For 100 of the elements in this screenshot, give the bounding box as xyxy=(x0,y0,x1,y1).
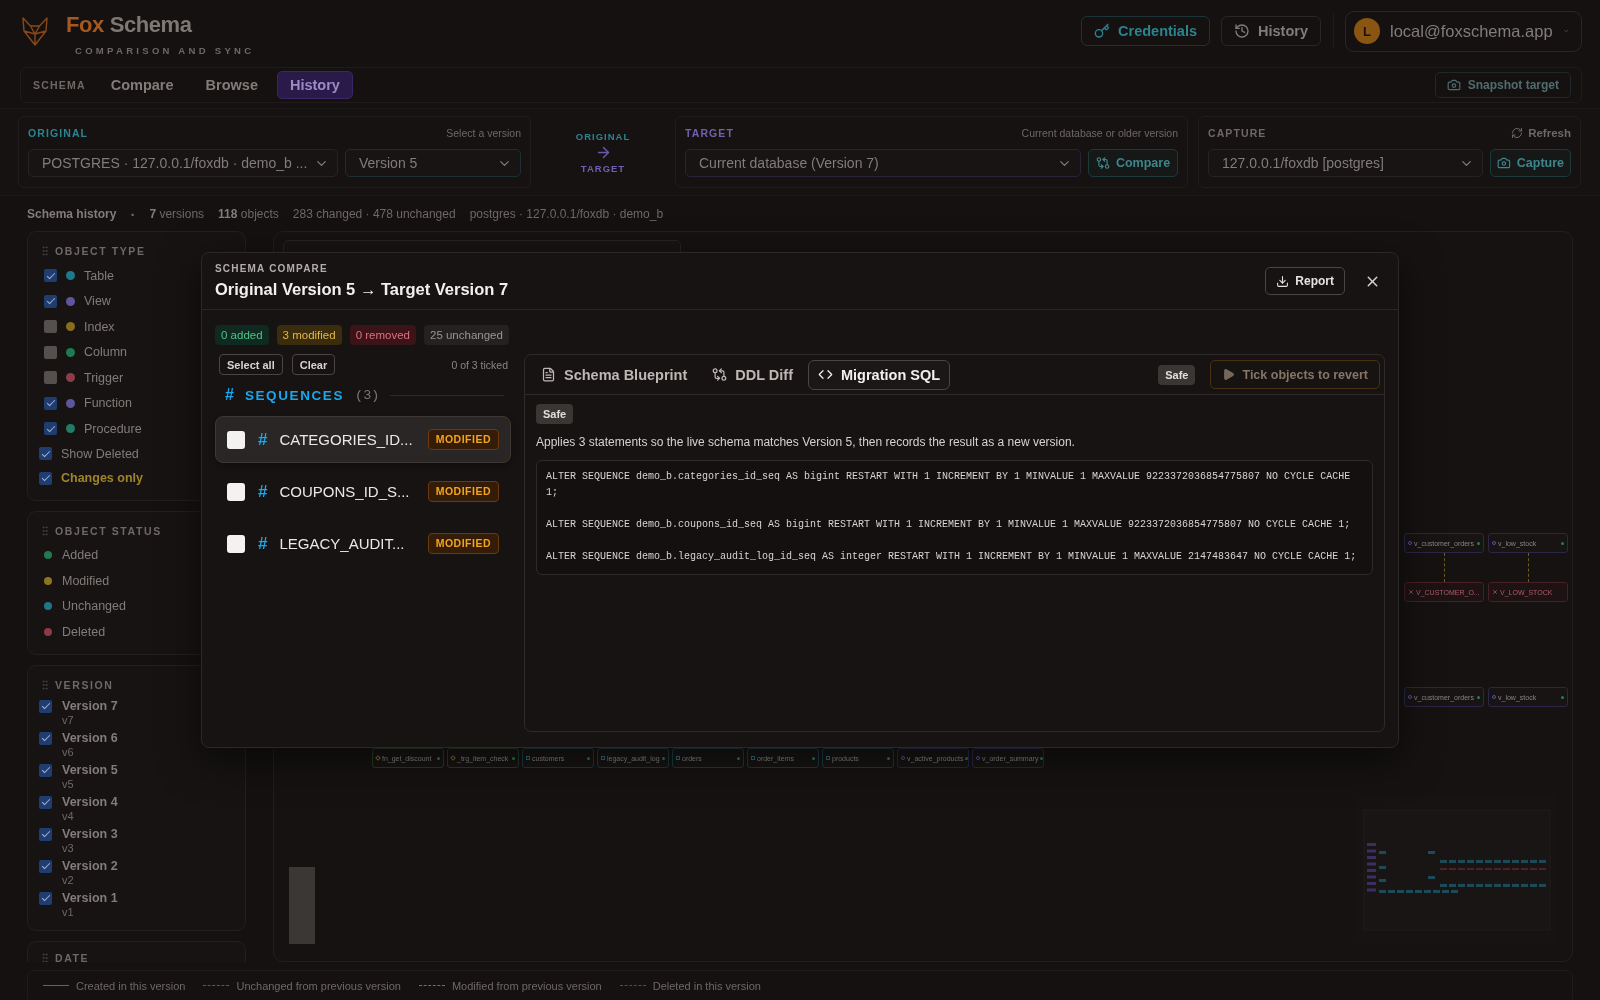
account-menu[interactable]: L local@foxschema.app xyxy=(1345,10,1582,52)
version-label: Version 5 xyxy=(62,762,118,778)
refresh-icon xyxy=(1511,127,1524,139)
checkbox[interactable] xyxy=(44,396,57,410)
version-label: Version 3 xyxy=(62,826,118,842)
target-select[interactable]: Current database (Version 7) xyxy=(685,149,1081,177)
separator-dot: · xyxy=(130,205,136,223)
checkbox[interactable] xyxy=(39,891,52,905)
sql-statement: ALTER SEQUENCE demo_b.coupons_id_seq AS bigint RESTART WITH 1 INCREMENT BY 1 MINVALUE 1 MAXVALUE 9223372036854775807 NO CYCLE CACHE 1; xyxy=(546,518,1352,532)
checkbox[interactable] xyxy=(44,345,57,359)
nav-tab[interactable]: History xyxy=(276,71,353,99)
filter-label: Column xyxy=(84,345,128,360)
checkbox[interactable] xyxy=(39,731,52,745)
object-name: CATEGORIES_ID... xyxy=(279,431,414,448)
dialog-title: Original Version 5 → Target Version 7 xyxy=(215,279,509,299)
legend-label: Modified from previous version xyxy=(451,979,602,992)
panel-title: OBJECT STATUS xyxy=(55,523,162,538)
view-tab[interactable]: DDL Diff xyxy=(702,359,803,390)
checkbox[interactable] xyxy=(39,471,52,485)
history-icon xyxy=(1234,23,1251,39)
change-summary: 283 changed · 478 unchanged xyxy=(292,207,456,221)
status-dot-icon xyxy=(1561,695,1564,699)
connection-select[interactable]: 127.0.0.1/foxdb [postgres] xyxy=(1208,149,1483,177)
group-count: (3) xyxy=(355,387,380,403)
version-label: Version 2 xyxy=(62,858,118,874)
report-button[interactable]: Report xyxy=(1265,267,1345,295)
object-symbol: # xyxy=(258,481,268,502)
status-dot-icon xyxy=(1561,541,1564,545)
scrollbar-thumb[interactable] xyxy=(289,867,315,944)
compare-button[interactable]: Compare xyxy=(1088,149,1178,177)
checkbox[interactable] xyxy=(44,320,57,334)
filter-label: Show Deleted xyxy=(61,446,139,461)
select-all-button[interactable]: Select all xyxy=(219,354,283,375)
stat-count: 118 objects xyxy=(218,207,279,221)
version-tag: v3 xyxy=(62,841,118,855)
panel-title: VERSION xyxy=(55,677,114,692)
checkbox[interactable] xyxy=(39,827,52,841)
capture-button[interactable]: Capture xyxy=(1490,149,1571,177)
checkbox[interactable] xyxy=(39,763,52,777)
version-label: Version 7 xyxy=(62,698,118,714)
version-tag: v4 xyxy=(62,809,118,823)
migration-description: Applies 3 statements so the live schema matches Version 5, then records the result as a new version. xyxy=(536,434,1075,450)
checkbox[interactable] xyxy=(227,534,245,553)
version-label: Version 4 xyxy=(62,794,118,810)
filter-label: Table xyxy=(84,268,114,283)
source-select[interactable]: POSTGRES · 127.0.0.1/foxdb · demo_b ... xyxy=(28,149,338,177)
view-tab[interactable]: Schema Blueprint xyxy=(531,359,698,390)
status-dot-icon xyxy=(1477,541,1480,545)
version-tag: v2 xyxy=(62,873,118,887)
filter-label: Deleted xyxy=(62,624,106,639)
nav-tab[interactable]: Compare xyxy=(97,71,187,99)
filter-label: Procedure xyxy=(84,421,142,436)
object-name: LEGACY_AUDIT... xyxy=(279,535,406,552)
checkbox[interactable] xyxy=(227,430,245,449)
field-label: CAPTURE xyxy=(1208,127,1267,139)
status-badge: MODIFIED xyxy=(427,429,499,450)
checkbox[interactable] xyxy=(39,795,52,809)
object-row[interactable]: # LEGACY_AUDIT... MODIFIED xyxy=(215,520,511,567)
nav-tab[interactable]: Browse xyxy=(192,71,271,99)
refresh-button[interactable]: Refresh xyxy=(1511,127,1571,139)
version-select[interactable]: Version 5 xyxy=(345,149,521,177)
status-badge: MODIFIED xyxy=(427,481,499,502)
checkbox[interactable] xyxy=(39,859,52,873)
version-tag: v6 xyxy=(62,745,118,759)
checkbox[interactable] xyxy=(39,699,52,713)
panel-title: OBJECT TYPE xyxy=(55,244,146,258)
document-icon xyxy=(541,367,556,382)
status-dot-icon xyxy=(437,756,440,760)
drag-handle-icon xyxy=(39,678,51,691)
checkbox[interactable] xyxy=(44,294,57,308)
version-label: Version 6 xyxy=(62,730,118,746)
object-row[interactable]: # CATEGORIES_ID... MODIFIED xyxy=(215,416,511,463)
fox-logo xyxy=(20,15,50,47)
version-tag: v5 xyxy=(62,777,118,791)
checkbox[interactable] xyxy=(39,447,52,461)
cross-icon xyxy=(1408,589,1414,595)
history-button[interactable]: History xyxy=(1221,16,1321,46)
checkbox[interactable] xyxy=(44,269,57,283)
count-badge: 0 added xyxy=(215,325,269,345)
view-tab[interactable]: Migration SQL xyxy=(808,359,951,390)
version-label: Version 1 xyxy=(62,890,118,906)
play-icon xyxy=(1222,368,1236,381)
credentials-button[interactable]: Credentials xyxy=(1081,16,1211,46)
object-row[interactable]: # COUPONS_ID_S... MODIFIED xyxy=(215,468,511,515)
checkbox[interactable] xyxy=(44,422,57,436)
checkbox[interactable] xyxy=(227,482,245,501)
panel-title: DATE xyxy=(55,950,90,962)
clear-button[interactable]: Clear xyxy=(291,354,336,375)
object-name: COUPONS_ID_S... xyxy=(279,483,411,500)
status-dot-icon xyxy=(887,756,890,760)
direction-label: ORIGINAL xyxy=(575,130,631,142)
compare-icon xyxy=(712,367,728,382)
stat-count: 7 versions xyxy=(149,207,205,221)
status-dot-icon xyxy=(737,756,740,760)
square-icon xyxy=(526,756,530,760)
status-dot-icon xyxy=(1040,756,1044,760)
app-tagline: COMPARISON AND SYNC xyxy=(75,45,255,56)
app-title: Fox Schema xyxy=(66,12,193,38)
direction-label: TARGET xyxy=(580,162,626,174)
checkbox[interactable] xyxy=(44,371,57,385)
